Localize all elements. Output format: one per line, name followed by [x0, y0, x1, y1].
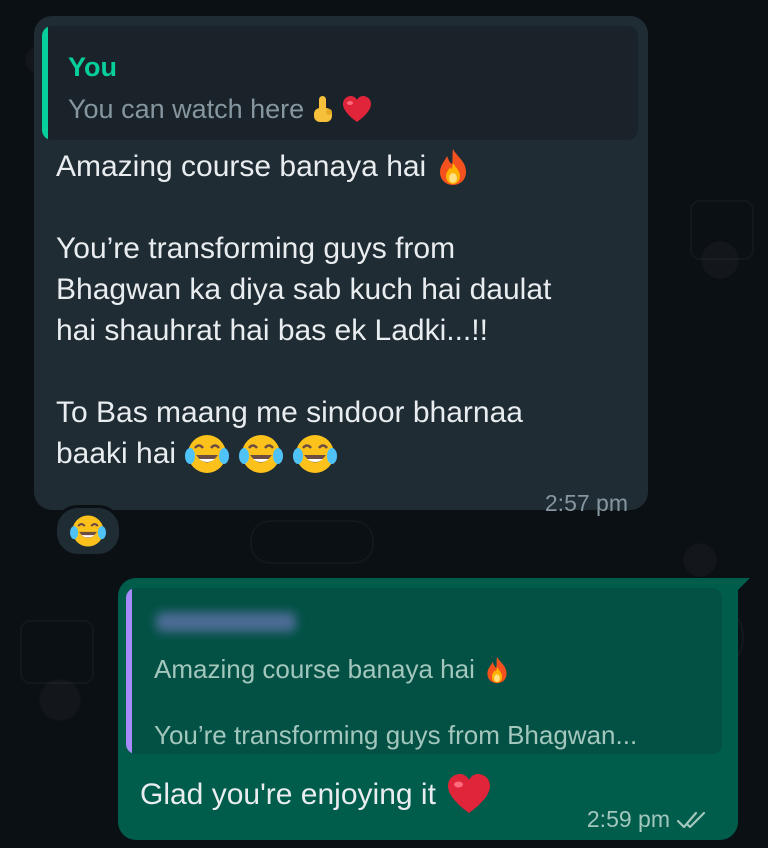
outgoing-message-text: Glad you're enjoying it: [140, 778, 436, 811]
message-timestamp: 2:59 pm: [586, 806, 670, 832]
message-timestamp: 2:57 pm: [544, 490, 628, 516]
quote-text: You can watch here: [68, 94, 305, 124]
laughing-tears-emoji-icon: [69, 513, 107, 549]
message-line: To Bas maang me sindoor bharnaa: [56, 392, 636, 433]
red-heart-emoji-icon: [342, 95, 372, 124]
message-line-text: To Bas maang me sindoor bharnaa: [56, 396, 523, 429]
message-line-text: baaki hai: [56, 437, 177, 470]
laughing-tears-emoji-icon: [238, 432, 284, 476]
quote-text-row: Amazing course banaya hai: [154, 654, 511, 685]
double-check-icon: [676, 809, 710, 831]
message-line: You’re transforming guys from: [56, 228, 636, 269]
blurred-quote-author: [156, 612, 296, 632]
message-line-text: hai shauhrat hai bas ek Ladki...!!: [56, 314, 488, 347]
message-line: hai shauhrat hai bas ek Ladki...!!: [56, 310, 636, 351]
quote-text-line: Amazing course banaya hai: [154, 654, 475, 684]
outgoing-message-bubble[interactable]: Amazing course banaya hai You’re transfo…: [118, 578, 750, 840]
message-line-text: Bhagwan ka diya sab kuch hai daulat: [56, 273, 552, 306]
message-reaction[interactable]: [54, 505, 122, 557]
message-line: baaki hai: [56, 433, 636, 474]
incoming-message-text: Amazing course banaya hai You’re transfo…: [56, 146, 636, 474]
fire-emoji-icon: [434, 147, 472, 187]
chat-background: You You can watch here Amazing course ba…: [0, 0, 768, 848]
message-meta: 2:59 pm: [587, 806, 710, 833]
fire-emoji-icon: [483, 655, 511, 685]
quote-accent-bar: [42, 26, 48, 140]
message-line-text: You’re transforming guys from: [56, 232, 456, 265]
laughing-tears-emoji-icon: [184, 432, 230, 476]
wallpaper-doodle: [690, 200, 754, 260]
bubble-tail: [736, 578, 750, 592]
wallpaper-doodle: [20, 620, 94, 684]
outgoing-message-text-row: Glad you're enjoying it: [140, 774, 492, 816]
quote-text-line: You’re transforming guys from Bhagwan...: [154, 720, 638, 750]
message-line: Bhagwan ka diya sab kuch hai daulat: [56, 269, 636, 310]
red-heart-emoji-icon: [446, 774, 492, 816]
quote-accent-bar: [126, 588, 132, 754]
message-line-text: Amazing course banaya hai: [56, 150, 427, 183]
quote-author: You: [68, 52, 117, 82]
quote-text-row: You can watch here: [68, 94, 372, 125]
wallpaper-doodle: [250, 520, 374, 564]
laughing-tears-emoji-icon: [292, 432, 338, 476]
quoted-message[interactable]: Amazing course banaya hai You’re transfo…: [126, 588, 722, 754]
incoming-message-bubble[interactable]: You You can watch here Amazing course ba…: [34, 16, 648, 516]
pointing-up-emoji-icon: [310, 95, 336, 125]
message-line: Amazing course banaya hai: [56, 146, 636, 187]
quoted-message[interactable]: You You can watch here: [42, 26, 638, 140]
